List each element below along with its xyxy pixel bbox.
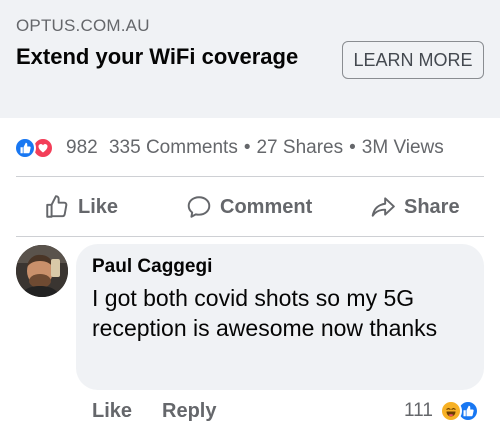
comment-label: Comment bbox=[220, 195, 313, 218]
thumbs-up-icon bbox=[46, 195, 68, 218]
share-label: Share bbox=[404, 195, 460, 218]
comment-text: I got both covid shots so my 5G receptio… bbox=[92, 285, 438, 341]
shares-count[interactable]: 27 Shares bbox=[256, 137, 343, 158]
comments-count[interactable]: 335 Comments bbox=[109, 137, 238, 158]
stats-separator: • bbox=[243, 137, 251, 158]
ad-domain: OPTUS.COM.AU bbox=[16, 16, 150, 35]
stats-separator: • bbox=[349, 137, 356, 158]
comment-button[interactable]: Comment bbox=[186, 190, 312, 224]
comment-author[interactable]: Paul Caggegi bbox=[92, 256, 468, 278]
post-action-bar: Like Comment Share bbox=[0, 180, 500, 234]
comment-bubble[interactable]: Paul Caggegi I got both covid shots so m… bbox=[76, 244, 484, 390]
post-stats-bar: 982 335 Comments • 27 Shares • 3M Views bbox=[14, 134, 444, 162]
comment-like-button[interactable]: Like bbox=[92, 400, 132, 423]
comment-footer: Like Reply 111 bbox=[0, 398, 500, 428]
views-count: 3M Views bbox=[361, 137, 444, 158]
sponsored-ad-banner[interactable]: OPTUS.COM.AU Extend your WiFi coverage L… bbox=[0, 0, 500, 118]
share-button[interactable]: Share bbox=[370, 190, 460, 224]
ad-headline[interactable]: Extend your WiFi coverage bbox=[16, 42, 316, 71]
like-reaction-icon bbox=[14, 137, 36, 159]
share-arrow-icon bbox=[371, 197, 395, 217]
divider bbox=[16, 236, 484, 237]
comment-reaction-count[interactable]: 111 bbox=[404, 400, 433, 422]
comment-reaction-icons[interactable] bbox=[440, 400, 488, 424]
divider bbox=[16, 176, 484, 177]
comment-reply-button[interactable]: Reply bbox=[162, 400, 216, 423]
avatar[interactable] bbox=[16, 245, 68, 297]
comment-bubble-icon bbox=[187, 196, 211, 218]
haha-reaction-icon bbox=[440, 400, 462, 422]
like-button[interactable]: Like bbox=[44, 190, 118, 224]
reactions-count[interactable]: 982 bbox=[66, 137, 98, 158]
learn-more-button[interactable]: LEARN MORE bbox=[342, 41, 484, 79]
like-label: Like bbox=[78, 195, 119, 218]
post-reaction-icons[interactable] bbox=[14, 136, 60, 160]
